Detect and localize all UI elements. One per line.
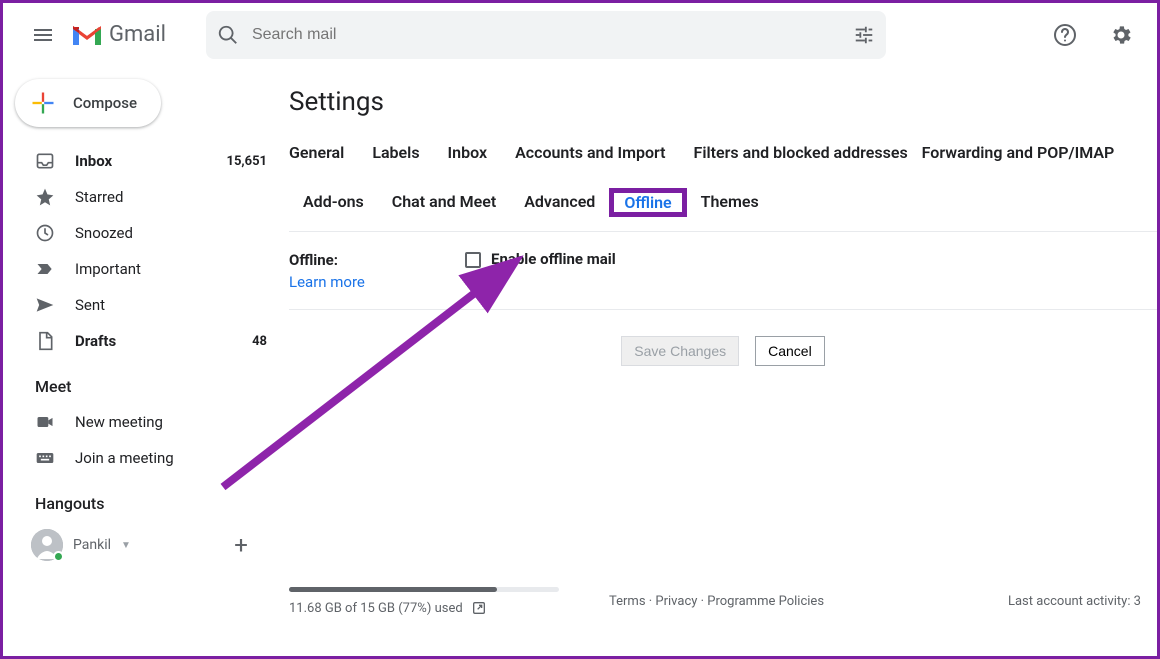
search-input[interactable]	[240, 26, 852, 44]
sidebar-item-count: 48	[252, 334, 267, 349]
hangouts-section-title: Hangouts	[11, 476, 283, 521]
enable-offline-label: Enable offline mail	[491, 250, 616, 268]
chevron-down-icon: ▼	[121, 540, 131, 551]
sidebar-item-label: Snoozed	[75, 224, 267, 242]
help-icon	[1053, 23, 1077, 47]
new-conversation-button[interactable]: +	[223, 527, 259, 563]
sidebar-item-starred[interactable]: Starred	[11, 179, 283, 215]
sidebar-item-snoozed[interactable]: Snoozed	[11, 215, 283, 251]
footer-policies-link[interactable]: Programme Policies	[707, 594, 824, 609]
hamburger-icon	[31, 23, 55, 47]
meet-new-meeting[interactable]: New meeting	[11, 404, 283, 440]
sidebar-item-inbox[interactable]: Inbox 15,651	[11, 143, 283, 179]
page-title: Settings	[289, 81, 1157, 133]
tab-chat-meet[interactable]: Chat and Meet	[378, 188, 510, 217]
sent-icon	[35, 295, 55, 315]
save-changes-button: Save Changes	[621, 336, 739, 366]
tab-forwarding[interactable]: Forwarding and POP/IMAP	[922, 139, 1129, 166]
presence-indicator	[53, 551, 64, 562]
search-options-icon[interactable]	[852, 23, 876, 47]
settings-actions: Save Changes Cancel	[289, 336, 1157, 366]
tab-themes[interactable]: Themes	[687, 188, 773, 217]
sidebar-item-label: Important	[75, 260, 267, 278]
tab-addons[interactable]: Add-ons	[289, 188, 378, 217]
sidebar-item-drafts[interactable]: Drafts 48	[11, 323, 283, 359]
sidebar-item-count: 15,651	[227, 154, 268, 169]
gmail-icon	[71, 23, 103, 47]
footer-privacy-link[interactable]: Privacy	[655, 594, 697, 609]
tab-general[interactable]: General	[289, 139, 358, 166]
sidebar-item-label: Starred	[75, 188, 267, 206]
main-content: Settings General Labels Inbox Accounts a…	[283, 67, 1157, 656]
tab-accounts[interactable]: Accounts and Import	[501, 139, 679, 166]
footer-links: Terms · Privacy · Programme Policies	[569, 594, 1008, 609]
footer: 11.68 GB of 15 GB (77%) used Terms · Pri…	[289, 587, 1141, 616]
hangouts-username: Pankil	[73, 537, 111, 553]
meet-item-label: New meeting	[75, 413, 267, 431]
compose-label: Compose	[73, 94, 137, 112]
sidebar-item-label: Inbox	[75, 152, 207, 170]
offline-section-title: Offline:	[289, 251, 338, 269]
gmail-logo[interactable]: Gmail	[71, 22, 166, 47]
meet-join-meeting[interactable]: Join a meeting	[11, 440, 283, 476]
clock-icon	[35, 223, 55, 243]
star-icon	[35, 187, 55, 207]
sidebar: Compose Inbox 15,651 Starred Snoozed Imp…	[3, 67, 283, 656]
meet-section-title: Meet	[11, 359, 283, 404]
tab-inbox[interactable]: Inbox	[434, 139, 502, 166]
inbox-icon	[35, 151, 55, 171]
header: Gmail	[3, 3, 1157, 67]
search-icon	[216, 23, 240, 47]
tab-advanced[interactable]: Advanced	[510, 188, 609, 217]
important-icon	[35, 259, 55, 279]
main-menu-button[interactable]	[19, 11, 67, 59]
keyboard-icon	[35, 448, 55, 468]
offline-option-row: Offline: Learn more Enable offline mail	[289, 232, 1157, 310]
compose-plus-icon	[29, 89, 57, 117]
support-button[interactable]	[1045, 15, 1085, 55]
open-external-icon[interactable]	[471, 600, 487, 616]
sidebar-item-sent[interactable]: Sent	[11, 287, 283, 323]
avatar	[31, 529, 63, 561]
app-name: Gmail	[109, 22, 166, 47]
tab-labels[interactable]: Labels	[358, 139, 433, 166]
hangouts-user-row[interactable]: Pankil ▼ +	[11, 521, 283, 563]
sidebar-item-label: Drafts	[75, 332, 232, 350]
settings-tabs: General Labels Inbox Accounts and Import…	[289, 133, 1157, 232]
storage-indicator[interactable]: 11.68 GB of 15 GB (77%) used	[289, 587, 569, 616]
gear-icon	[1109, 23, 1133, 47]
cancel-button[interactable]: Cancel	[755, 336, 825, 366]
settings-button[interactable]	[1101, 15, 1141, 55]
learn-more-link[interactable]: Learn more	[289, 273, 465, 291]
account-activity[interactable]: Last account activity: 3	[1008, 594, 1141, 609]
tab-offline[interactable]: Offline	[609, 188, 686, 217]
meet-item-label: Join a meeting	[75, 449, 267, 467]
video-icon	[35, 412, 55, 432]
compose-button[interactable]: Compose	[15, 79, 161, 127]
footer-terms-link[interactable]: Terms	[609, 594, 646, 609]
enable-offline-checkbox[interactable]	[465, 252, 481, 268]
storage-progress-bar	[289, 587, 559, 592]
sidebar-item-important[interactable]: Important	[11, 251, 283, 287]
tab-filters[interactable]: Filters and blocked addresses	[680, 139, 922, 166]
storage-text: 11.68 GB of 15 GB (77%) used	[289, 601, 463, 616]
search-bar[interactable]	[206, 11, 886, 59]
drafts-icon	[35, 331, 55, 351]
sidebar-item-label: Sent	[75, 296, 267, 314]
